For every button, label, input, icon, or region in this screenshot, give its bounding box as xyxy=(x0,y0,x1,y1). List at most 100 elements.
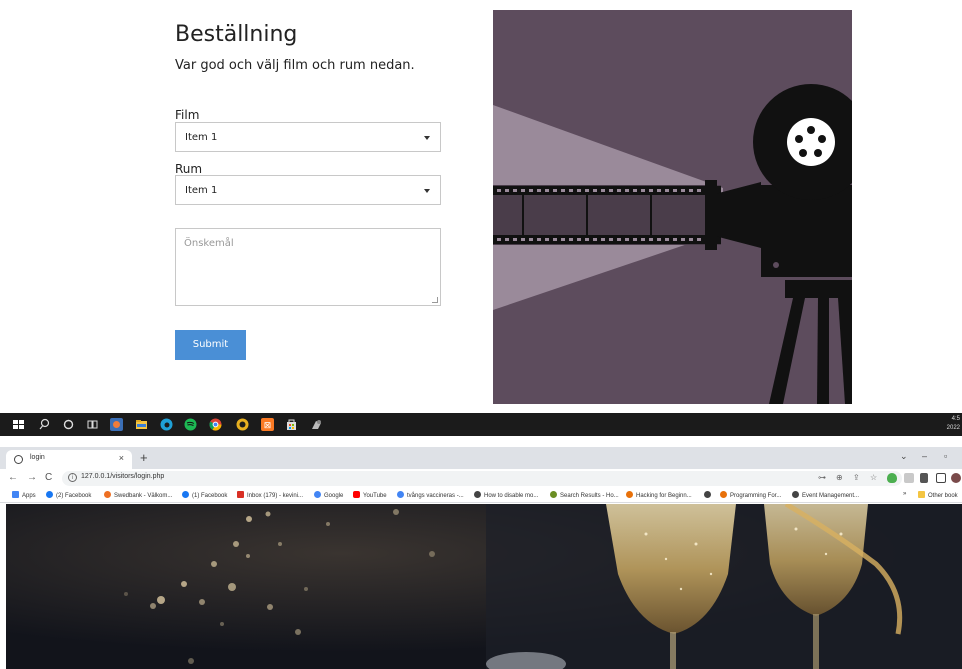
svg-text:⊠: ⊠ xyxy=(264,421,272,431)
system-clock[interactable]: 4:5 2022 xyxy=(947,415,960,433)
bookmark-item[interactable]: Search Results - Ho... xyxy=(550,491,619,499)
star-icon[interactable]: ☆ xyxy=(870,473,877,482)
app-icon[interactable] xyxy=(236,418,249,431)
wishes-placeholder: Önskemål xyxy=(184,238,234,249)
bookmark-label: tvångs vaccineras -... xyxy=(407,493,464,499)
zoom-icon[interactable]: ⊕ xyxy=(836,473,843,482)
maximize-button[interactable]: ▫ xyxy=(944,451,947,461)
swedbank-icon xyxy=(104,491,111,498)
bookmark-label: Hacking for Beginn... xyxy=(636,493,692,499)
bookmark-item[interactable]: Hacking for Beginn... xyxy=(626,491,692,499)
google-icon xyxy=(314,491,321,498)
chevron-down-icon xyxy=(424,189,430,193)
back-button[interactable]: ← xyxy=(8,472,18,483)
bookmark-item[interactable]: Event Management... xyxy=(792,491,859,499)
xampp-icon[interactable]: ⊠ xyxy=(261,418,274,431)
globe-icon xyxy=(14,455,23,464)
bookmark-item[interactable]: Programming For... xyxy=(720,491,781,499)
bookmark-label: YouTube xyxy=(363,493,387,499)
spotify-icon[interactable] xyxy=(184,418,197,431)
puzzle-icon[interactable] xyxy=(920,473,928,483)
windows-taskbar: ⊠ 4:5 2022 xyxy=(0,413,962,436)
shield-icon[interactable] xyxy=(887,473,897,483)
bookmark-item[interactable]: tvångs vaccineras -... xyxy=(397,491,464,499)
bookmark-label: Event Management... xyxy=(802,493,860,499)
bookmark-item[interactable]: (1) Facebook xyxy=(182,491,227,499)
submit-button[interactable]: Submit xyxy=(175,330,246,360)
address-bar[interactable]: i 127.0.0.1/visitors/login.php ⊶ ⊕ ⇪ ☆ xyxy=(62,471,902,486)
forward-button[interactable]: → xyxy=(27,472,37,483)
bookmark-item[interactable]: How to disable mo... xyxy=(474,491,538,499)
info-icon[interactable]: i xyxy=(68,473,77,482)
bookmark-item[interactable] xyxy=(704,491,714,499)
edge-icon[interactable] xyxy=(160,418,173,431)
minimize-button[interactable]: – xyxy=(922,451,927,461)
bookmark-item[interactable]: Apps xyxy=(12,491,36,499)
bookmark-label: Inbox (179) - kevini... xyxy=(247,493,304,499)
wishes-textarea[interactable]: Önskemål xyxy=(175,228,441,306)
facebook-icon xyxy=(182,491,189,498)
search-results-icon xyxy=(550,491,557,498)
key-icon[interactable]: ⊶ xyxy=(818,473,826,482)
chevron-down-icon xyxy=(424,136,430,140)
search-icon[interactable] xyxy=(38,418,51,431)
projector-illustration xyxy=(493,10,852,404)
bookmarks-overflow-button[interactable]: » xyxy=(903,491,906,497)
film-projector-icon xyxy=(493,10,852,404)
facebook-icon xyxy=(46,491,53,498)
windows-start-icon[interactable] xyxy=(12,418,25,431)
chevron-down-icon[interactable]: ⌄ xyxy=(900,451,908,462)
globe-icon xyxy=(792,491,799,498)
bookmark-item[interactable]: Google xyxy=(314,491,343,499)
bookmark-label: Google xyxy=(324,493,344,499)
youtube-icon xyxy=(353,491,360,498)
reload-button[interactable]: C xyxy=(45,472,52,483)
tab-login[interactable]: login × xyxy=(6,450,132,469)
page-subtitle: Var god och välj film och rum nedan. xyxy=(175,58,415,73)
bookmark-item[interactable]: (2) Facebook xyxy=(46,491,91,499)
film-label: Film xyxy=(175,108,200,122)
bookmarks-bar: Apps (2) Facebook Swedbank - Välkom... (… xyxy=(0,488,962,503)
extension-icon[interactable] xyxy=(904,473,914,483)
bookmark-label: Swedbank - Välkom... xyxy=(114,493,173,499)
app-icon[interactable] xyxy=(310,418,323,431)
bookmark-label: (1) Facebook xyxy=(192,493,228,499)
browser-toolbar: ← → C i 127.0.0.1/visitors/login.php ⊶ ⊕… xyxy=(0,469,962,488)
bookmark-label: Apps xyxy=(22,493,36,499)
bookmark-item[interactable]: Inbox (179) - kevini... xyxy=(237,491,303,499)
bookmark-label: Search Results - Ho... xyxy=(560,493,619,499)
room-label: Rum xyxy=(175,162,203,176)
chrome-icon[interactable] xyxy=(209,418,222,431)
clock-time: 4:5 xyxy=(951,416,960,422)
film-selected-value: Item 1 xyxy=(185,132,218,143)
close-icon[interactable]: × xyxy=(119,453,124,463)
apps-grid-icon xyxy=(12,491,19,498)
google-icon xyxy=(397,491,404,498)
globe-icon xyxy=(704,491,711,498)
new-tab-button[interactable]: + xyxy=(140,450,148,465)
sidebar-icon[interactable] xyxy=(936,473,946,483)
globe-icon xyxy=(474,491,481,498)
url-text[interactable]: 127.0.0.1/visitors/login.php xyxy=(81,473,164,480)
room-selected-value: Item 1 xyxy=(185,185,218,196)
bookmark-label: (2) Facebook xyxy=(56,493,92,499)
bookmark-site-icon xyxy=(720,491,727,498)
file-explorer-icon[interactable] xyxy=(135,418,148,431)
bookmark-item[interactable]: Swedbank - Välkom... xyxy=(104,491,172,499)
film-select[interactable]: Item 1 xyxy=(175,122,441,152)
page-title: Beställning xyxy=(175,22,298,47)
resize-handle-icon[interactable] xyxy=(432,297,438,303)
champagne-hero-image xyxy=(6,504,962,669)
gmail-icon xyxy=(237,491,244,498)
cortana-icon[interactable] xyxy=(62,418,75,431)
room-select[interactable]: Item 1 xyxy=(175,175,441,205)
avatar[interactable] xyxy=(951,473,961,483)
other-bookmarks[interactable]: Other book xyxy=(918,491,958,499)
app-icon[interactable] xyxy=(110,418,123,431)
task-view-icon[interactable] xyxy=(86,418,99,431)
store-icon[interactable] xyxy=(285,418,298,431)
bookmark-site-icon xyxy=(626,491,633,498)
bookmark-item[interactable]: YouTube xyxy=(353,491,387,499)
order-page: Beställning Var god och välj film och ru… xyxy=(0,0,962,410)
share-icon[interactable]: ⇪ xyxy=(853,473,860,482)
